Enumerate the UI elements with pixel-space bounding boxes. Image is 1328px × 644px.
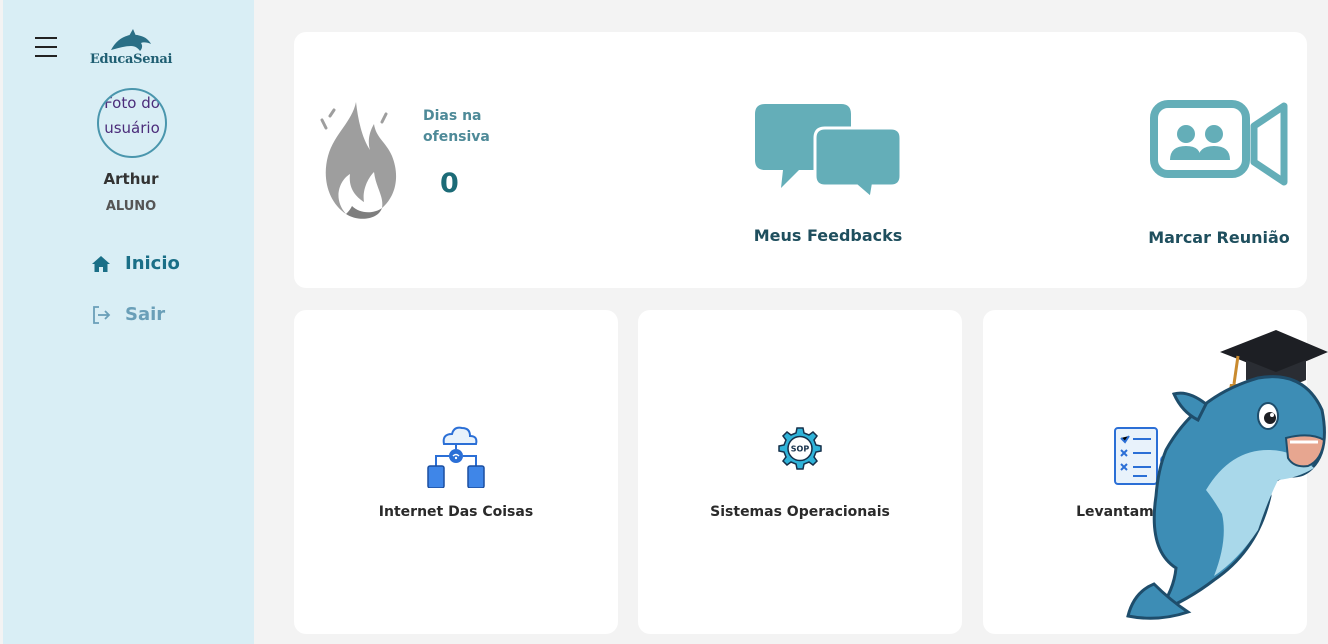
- course-title: Internet Das Coisas: [378, 504, 534, 520]
- course-card-internet-das-coisas[interactable]: Internet Das Coisas: [294, 310, 618, 634]
- streak-value: 0: [440, 168, 459, 199]
- logout-icon: [91, 305, 111, 325]
- nav-item-sair[interactable]: Sair: [91, 304, 165, 325]
- marcar-reuniao-link[interactable]: Marcar Reunião: [1130, 228, 1308, 247]
- svg-text:SOP: SOP: [791, 445, 810, 454]
- nav-label-sair: Sair: [125, 304, 166, 325]
- logo: EducaSenai: [89, 28, 173, 70]
- home-icon: [91, 254, 111, 274]
- course-card-sistemas-operacionais[interactable]: SOP Sistemas Operacionais: [638, 310, 962, 634]
- meus-feedbacks-link[interactable]: Meus Feedbacks: [700, 226, 956, 245]
- streak-label: Dias na ofensiva: [423, 108, 490, 145]
- nav-label-inicio: Inicio: [125, 253, 180, 274]
- user-role: ALUNO: [105, 199, 157, 214]
- iot-icon: [424, 426, 488, 492]
- fire-icon: [312, 98, 400, 226]
- feedback-chat-icon[interactable]: [755, 104, 903, 202]
- sidebar: EducaSenai Foto do usuário Arthur ALUNO …: [3, 0, 254, 644]
- logo-text: EducaSenai: [89, 52, 173, 67]
- avatar: Foto do usuário: [97, 88, 167, 158]
- sop-gear-icon: SOP: [778, 426, 822, 474]
- menu-toggle-icon[interactable]: [35, 37, 59, 59]
- user-name: Arthur: [103, 170, 159, 188]
- nav-item-inicio[interactable]: Inicio: [91, 253, 180, 274]
- dolphin-logo-icon: [111, 29, 151, 51]
- course-title: Sistemas Operacionais: [710, 504, 890, 520]
- dolphin-mascot-icon: [1118, 300, 1328, 630]
- video-meeting-icon[interactable]: [1150, 100, 1288, 192]
